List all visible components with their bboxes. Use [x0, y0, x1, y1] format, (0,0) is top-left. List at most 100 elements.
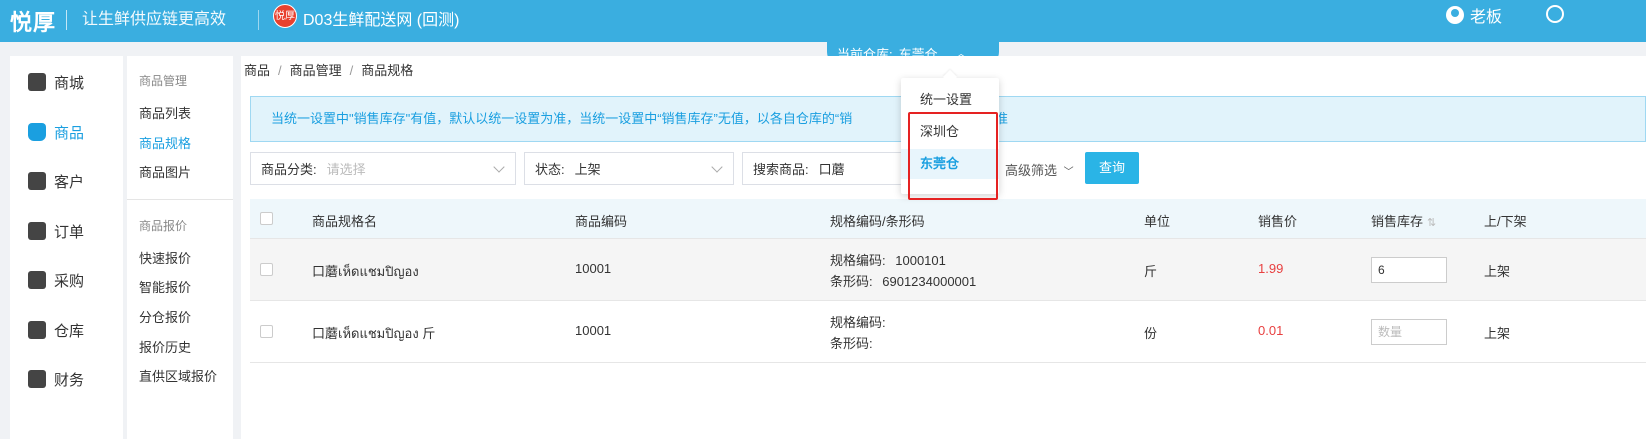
divider: [127, 199, 233, 200]
user-icon: [1446, 6, 1464, 24]
advanced-filter-label: 高级筛选: [1005, 163, 1058, 178]
customer-icon: [28, 172, 46, 190]
column-header: 销售价: [1258, 214, 1298, 229]
shop-name[interactable]: D03生鲜配送网 (回测): [303, 6, 459, 30]
spec-table: 商品规格名 商品编码 规格编码/条形码 单位 销售价 销售库存 ⇅ 上/下架 口蘑…: [250, 199, 1646, 363]
warehouse-icon: [28, 321, 46, 339]
row-checkbox[interactable]: [260, 263, 273, 276]
status-label: 状态:: [535, 162, 565, 177]
sidebar-item-label: 订单: [54, 223, 85, 241]
sort-icon[interactable]: ⇅: [1427, 217, 1437, 229]
sidebar-item-label: 客户: [54, 173, 85, 191]
breadcrumb: 商品 / 商品管理 / 商品规格: [244, 63, 414, 78]
main-sidebar: 商城 商品 客户 订单 采购 仓库 财务: [10, 56, 123, 439]
subnav-group-title: 商品报价: [139, 219, 188, 233]
subnav-item-quote-history[interactable]: 报价历史: [139, 337, 191, 356]
chevron-down-icon: [711, 161, 723, 173]
unit: 份: [1144, 326, 1158, 341]
column-header: 商品编码: [575, 214, 628, 229]
barcode: 条形码: 6901234000001: [830, 271, 976, 290]
sidebar-item-goods[interactable]: 商品: [28, 119, 84, 145]
search-value: 口蘑: [818, 162, 845, 177]
barcode-value: 6901234000001: [882, 274, 977, 289]
barcode-label: 条形码:: [830, 336, 873, 351]
advanced-filter-toggle[interactable]: 高级筛选 ﹀: [1005, 160, 1074, 179]
spec-code: 规格编码:: [830, 312, 886, 331]
search-input[interactable]: 搜索商品: 口蘑: [742, 152, 902, 185]
column-header: 规格编码/条形码: [830, 214, 925, 229]
select-all-checkbox[interactable]: [260, 212, 273, 225]
barcode: 条形码:: [830, 333, 873, 352]
shelf-status[interactable]: 上架: [1484, 323, 1510, 342]
sidebar-item-purchase[interactable]: 采购: [28, 267, 84, 293]
highlight-box: [908, 112, 998, 200]
sidebar-item-store[interactable]: 商城: [28, 69, 84, 95]
sidebar-item-label: 商品: [54, 124, 85, 142]
sidebar-item-label: 商城: [54, 74, 85, 92]
sale-price: 1.99: [1258, 261, 1284, 276]
query-button[interactable]: 查询: [1085, 152, 1139, 184]
chevron-down-icon: [493, 161, 505, 173]
divider: [66, 10, 67, 30]
column-header: 单位: [1144, 214, 1171, 229]
headset-icon[interactable]: [1546, 5, 1564, 23]
column-header-stock[interactable]: 销售库存 ⇅: [1371, 211, 1437, 230]
category-select[interactable]: 商品分类: 请选择: [250, 152, 516, 185]
subnav-item-direct-quote[interactable]: 直供区域报价: [139, 366, 217, 385]
store-icon: [28, 73, 46, 91]
category-placeholder: 请选择: [326, 162, 366, 177]
breadcrumb-item[interactable]: 商品管理: [290, 63, 342, 78]
subnav-item-goods-images[interactable]: 商品图片: [139, 162, 191, 181]
sidebar-item-warehouse[interactable]: 仓库: [28, 317, 84, 343]
column-header: 商品规格名: [312, 214, 378, 229]
sidebar-item-finance[interactable]: 财务: [28, 366, 84, 392]
stock-input[interactable]: 数量: [1371, 319, 1447, 345]
subnav-item-goods-spec[interactable]: 商品规格: [139, 133, 191, 152]
goods-code: 10001: [575, 261, 612, 276]
spec-name: 口蘑เห็ดแชมปิญอง: [312, 264, 419, 279]
user-menu[interactable]: 老板: [1446, 3, 1502, 27]
breadcrumb-item[interactable]: 商品: [244, 63, 270, 78]
chevron-down-icon: ﹀: [1063, 167, 1074, 178]
spec-code: 规格编码: 1000101: [830, 250, 946, 269]
divider: [258, 10, 259, 30]
user-name: 老板: [1470, 9, 1503, 26]
shelf-status[interactable]: 上架: [1484, 261, 1510, 280]
category-label: 商品分类:: [261, 162, 317, 177]
search-label: 搜索商品:: [753, 162, 809, 177]
row-checkbox[interactable]: [260, 325, 273, 338]
spec-code-value: 1000101: [895, 253, 946, 268]
unit: 斤: [1144, 264, 1158, 279]
spec-code-label: 规格编码:: [830, 253, 886, 268]
shop-logo-icon: 悦厚: [273, 4, 297, 28]
basket-icon: [28, 271, 46, 289]
bag-icon: [28, 123, 46, 141]
stock-input[interactable]: 6: [1371, 257, 1447, 283]
goods-code: 10001: [575, 323, 612, 338]
sale-price: 0.01: [1258, 323, 1284, 338]
slogan: 让生鲜供应链更高效: [82, 11, 227, 28]
table-row: 口蘑เห็ดแชมปิญอง 斤 10001 规格编码: 条形码: 份 0.01…: [250, 301, 1646, 363]
status-value: 上架: [574, 162, 601, 177]
column-header-label: 销售库存: [1371, 214, 1424, 229]
sidebar-item-label: 采购: [54, 272, 85, 290]
sidebar-item-customer[interactable]: 客户: [28, 168, 84, 194]
sub-sidebar: 商品管理 商品列表 商品规格 商品图片 商品报价 快速报价 智能报价 分仓报价 …: [127, 56, 233, 439]
subnav-group-title: 商品管理: [139, 74, 188, 88]
status-select[interactable]: 状态: 上架: [524, 152, 734, 185]
sidebar-item-label: 仓库: [54, 322, 85, 340]
sidebar-item-order[interactable]: 订单: [28, 218, 84, 244]
top-bar: 悦厚 让生鲜供应链更高效 悦厚 D03生鲜配送网 (回测) 老板: [0, 0, 1646, 42]
brand-logo[interactable]: 悦厚: [10, 5, 56, 37]
subnav-item-quick-quote[interactable]: 快速报价: [139, 248, 191, 267]
column-header: 上/下架: [1484, 214, 1527, 229]
barcode-label: 条形码:: [830, 274, 873, 289]
warehouse-option-unified[interactable]: 统一设置: [901, 85, 999, 115]
table-header: 商品规格名 商品编码 规格编码/条形码 单位 销售价 销售库存 ⇅ 上/下架: [250, 199, 1646, 239]
spec-code-label: 规格编码:: [830, 315, 886, 330]
wallet-icon: [28, 370, 46, 388]
subnav-item-goods-list[interactable]: 商品列表: [139, 103, 191, 122]
subnav-item-smart-quote[interactable]: 智能报价: [139, 277, 191, 296]
spec-name: 口蘑เห็ดแชมปิญอง 斤: [312, 326, 436, 341]
subnav-item-warehouse-quote[interactable]: 分仓报价: [139, 307, 191, 326]
